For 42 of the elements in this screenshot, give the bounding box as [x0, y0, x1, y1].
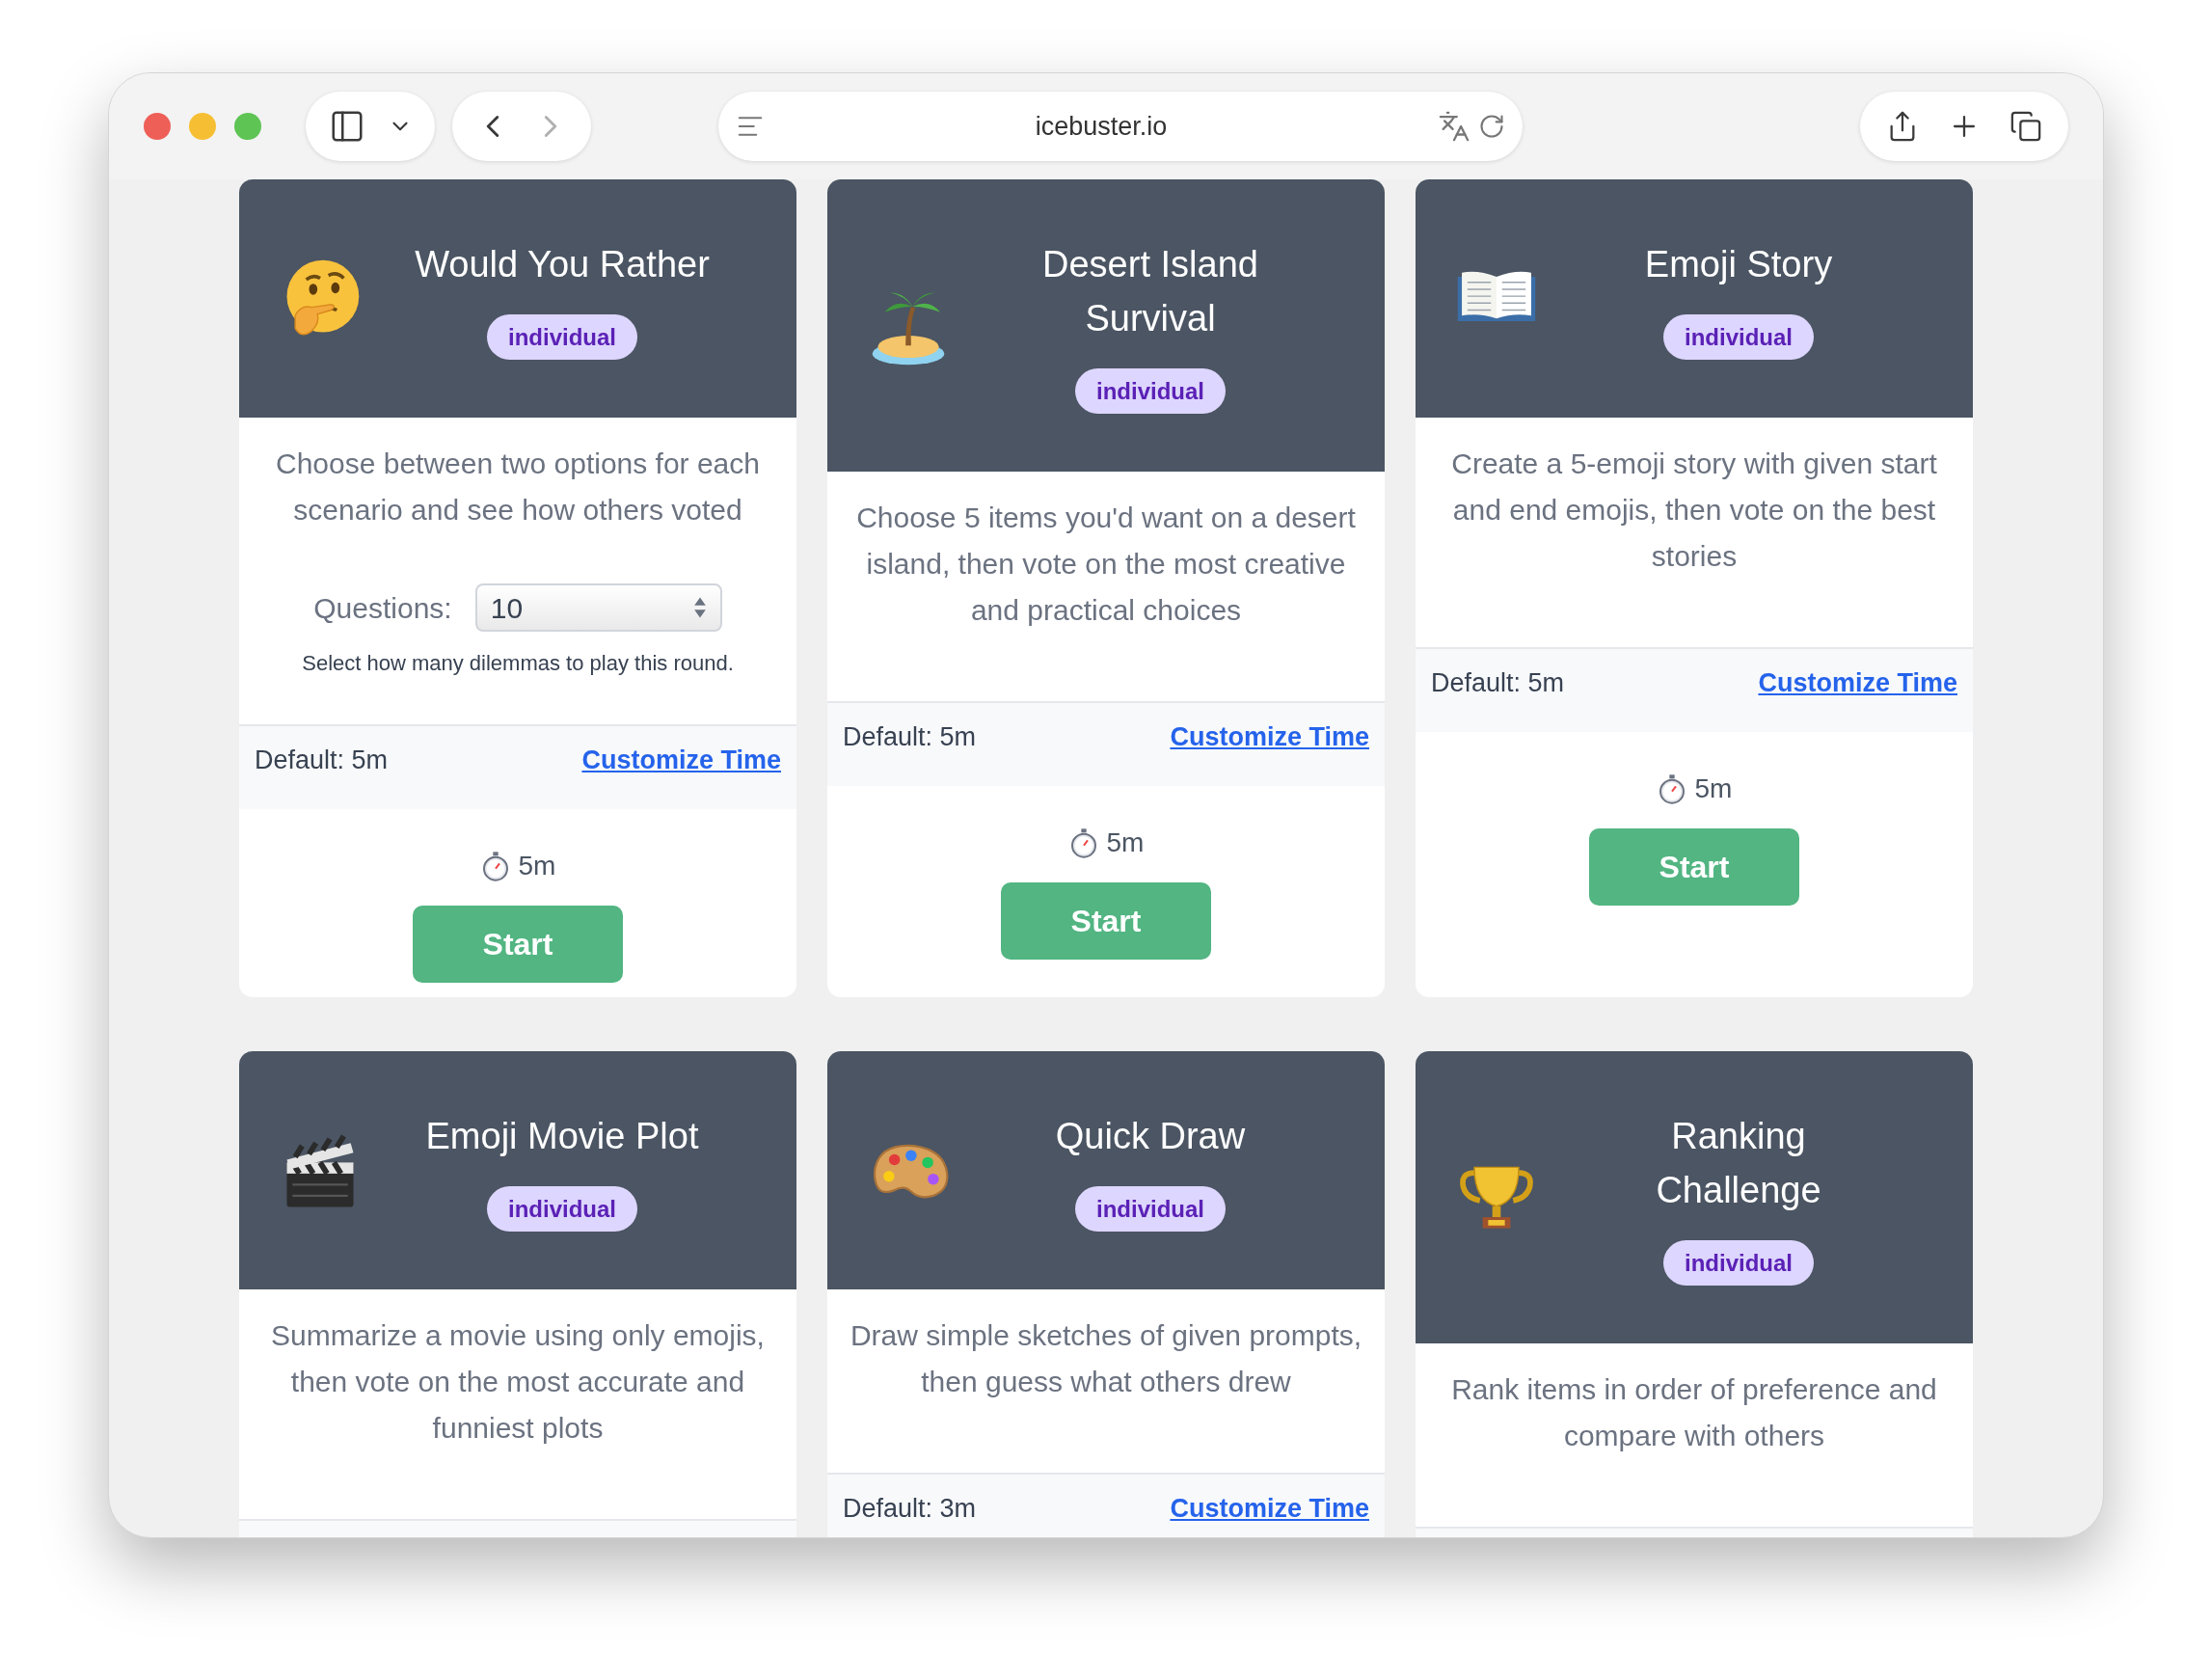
- customize-time-link[interactable]: Customize Time: [1170, 1494, 1369, 1523]
- card-description: Create a 5-emoji story with given start and end emojis, then vote on the best stories: [1450, 447, 1938, 574]
- timer-text: 5m: [1106, 826, 1145, 859]
- card-description: Summarize a movie using only emojis, then vote on the most accurate and funniest plots: [270, 1318, 766, 1446]
- category-tag: individual: [487, 1186, 637, 1232]
- customize-time-link[interactable]: Customize Time: [1758, 668, 1957, 697]
- default-time: Default: 5m: [843, 722, 977, 751]
- timer-text: 5m: [518, 850, 556, 882]
- url-text: icebuster.io: [1034, 110, 1169, 143]
- address-bar[interactable]: icebuster.io: [718, 92, 1523, 161]
- category-tag: individual: [1075, 1186, 1226, 1232]
- default-time: Default: 5m: [255, 745, 389, 774]
- card-title: Desert Island Survival: [1041, 243, 1259, 340]
- card-title: Emoji Movie Plot: [425, 1115, 699, 1158]
- card-title: Emoji Story: [1644, 243, 1833, 286]
- customize-time-link[interactable]: Customize Time: [1170, 722, 1369, 751]
- customize-time-link[interactable]: Customize Time: [581, 745, 781, 774]
- category-tag: individual: [1663, 1240, 1814, 1286]
- tabs-overview-icon[interactable]: [2010, 110, 2042, 143]
- default-time: Default: 5m: [1431, 668, 1565, 697]
- questions-label: Questions:: [313, 590, 452, 626]
- card-title: Quick Draw: [1055, 1115, 1246, 1158]
- category-tag: individual: [1663, 314, 1814, 360]
- default-time: Default: 3m: [843, 1494, 977, 1523]
- close-window-button[interactable]: [144, 113, 171, 140]
- card-title: Would You Rather: [415, 243, 710, 286]
- card-description: Draw simple sketches of given prompts, then guess what others drew: [849, 1318, 1363, 1399]
- card-description: Choose between two options for each scenario and see how others voted: [275, 447, 761, 528]
- category-tag: individual: [487, 314, 637, 360]
- category-tag: individual: [1075, 368, 1226, 414]
- timer-text: 5m: [1694, 772, 1733, 805]
- questions-select[interactable]: 10: [474, 583, 722, 632]
- questions-hint: Select how many dilemmas to play this round.: [302, 650, 734, 677]
- start-button[interactable]: Start: [1001, 882, 1211, 960]
- start-button[interactable]: Start: [413, 906, 623, 983]
- card-description: Choose 5 items you'd want on a desert island, then vote on the most creative and practical choices: [855, 501, 1357, 628]
- card-title: Ranking Challenge: [1655, 1115, 1822, 1212]
- start-button[interactable]: Start: [1589, 828, 1799, 906]
- reload-icon[interactable]: [1478, 113, 1505, 140]
- translate-icon[interactable]: [1438, 110, 1470, 143]
- stepper-arrows-icon: [692, 596, 707, 619]
- card-description: Rank items in order of preference and compare with others: [1450, 1372, 1938, 1453]
